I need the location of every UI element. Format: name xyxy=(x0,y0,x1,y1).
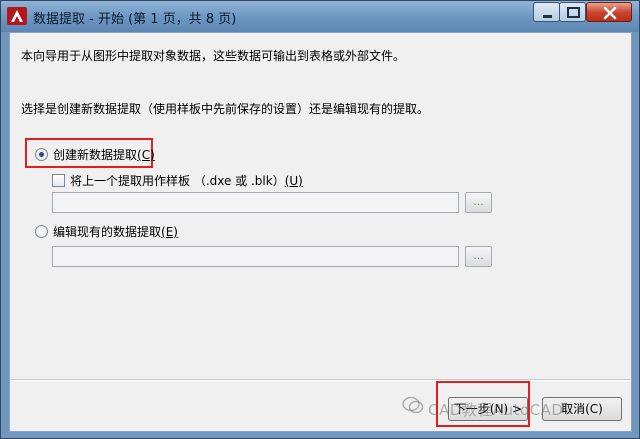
template-option-key: (U) xyxy=(284,174,303,188)
radio-button-unchecked[interactable] xyxy=(35,225,48,238)
template-option-label: 将上一个提取用作样板 （.dxe 或 .blk） xyxy=(70,174,285,188)
intro-text: 本向导用于从图形中提取对象数据，这些数据可输出到表格或外部文件。 xyxy=(21,49,406,63)
dialog-client-area: 本向导用于从图形中提取对象数据，这些数据可输出到表格或外部文件。 选择是创建新数… xyxy=(9,32,632,432)
checkbox-unchecked[interactable] xyxy=(52,174,65,187)
minimize-button[interactable] xyxy=(533,2,560,22)
window-title: 数据提取 - 开始 (第 1 页，共 8 页) xyxy=(33,12,237,27)
radio-button-checked[interactable] xyxy=(35,148,48,161)
dialog-window: 数据提取 - 开始 (第 1 页，共 8 页) 本向导用于从图形中提取对象数据，… xyxy=(0,0,640,439)
title-bar[interactable]: 数据提取 - 开始 (第 1 页，共 8 页) xyxy=(1,1,639,32)
template-path-input[interactable] xyxy=(52,192,459,213)
use-template-checkbox[interactable]: 将上一个提取用作样板 （.dxe 或 .blk）(U) xyxy=(52,172,303,189)
edit-option-key: (E) xyxy=(161,225,178,239)
close-button[interactable] xyxy=(586,2,632,22)
create-option-label: 创建新数据提取 xyxy=(53,148,138,162)
footer-separator xyxy=(10,379,631,381)
maximize-icon xyxy=(567,7,580,18)
question-text: 选择是创建新数据提取（使用样板中先前保存的设置）还是编辑现有的提取。 xyxy=(21,102,430,116)
template-browse-button[interactable]: ... xyxy=(465,192,492,213)
edit-existing-extraction-radio[interactable]: 编辑现有的数据提取(E) xyxy=(35,223,178,240)
wechat-watermark-icon xyxy=(402,396,424,414)
maximize-button[interactable] xyxy=(559,2,586,22)
edit-option-label: 编辑现有的数据提取 xyxy=(53,225,162,239)
minimize-icon xyxy=(543,15,552,18)
create-option-key: (C) xyxy=(137,148,155,162)
edit-browse-button[interactable]: ... xyxy=(465,246,492,267)
next-button-highlight xyxy=(436,381,530,427)
edit-path-input[interactable] xyxy=(52,246,459,267)
autocad-app-icon xyxy=(7,7,27,25)
create-new-extraction-radio[interactable]: 创建新数据提取(C) xyxy=(35,146,155,163)
close-icon xyxy=(603,6,617,20)
